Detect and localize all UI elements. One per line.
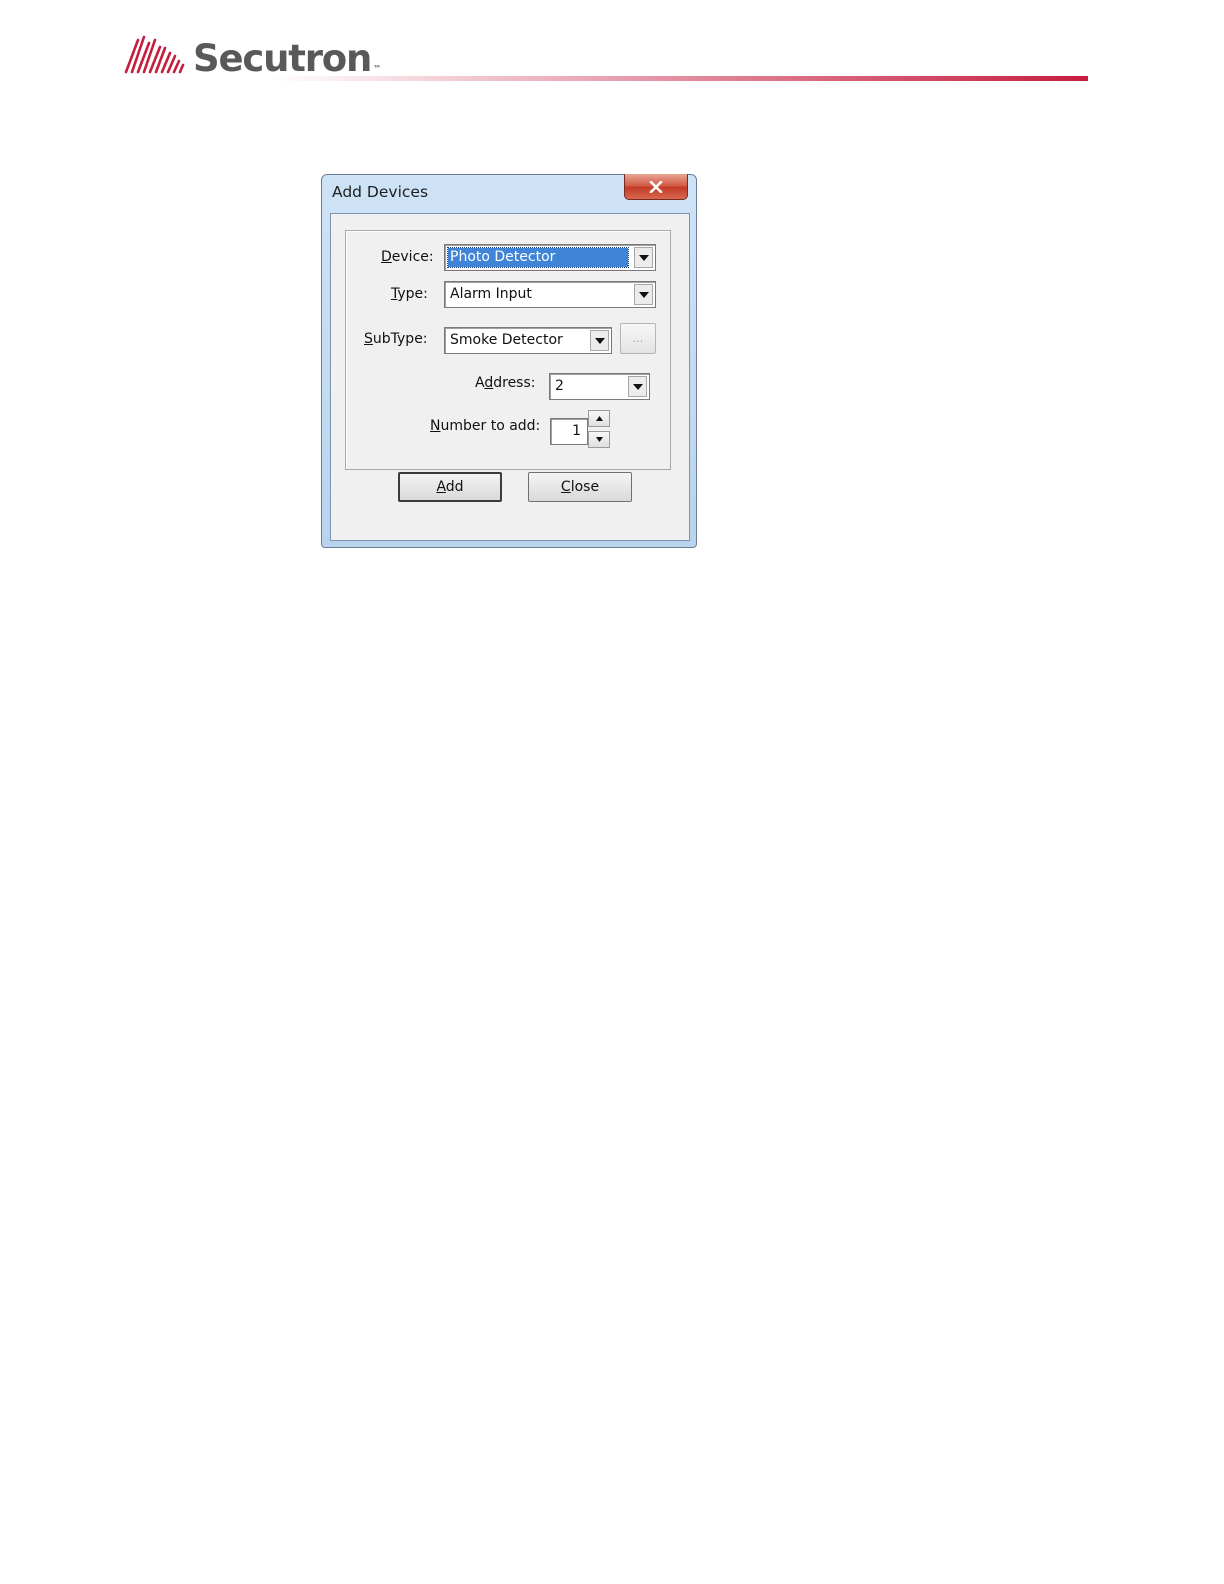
close-window-button[interactable] xyxy=(624,174,688,200)
chevron-down-icon xyxy=(594,337,605,344)
header-divider xyxy=(270,76,1088,81)
device-label: Device: xyxy=(381,249,434,265)
caret-down-icon xyxy=(595,437,603,442)
device-value: Photo Detector xyxy=(447,247,629,268)
caret-up-icon xyxy=(595,416,603,421)
subtype-value: Smoke Detector xyxy=(450,332,563,348)
type-label: Type: xyxy=(391,286,428,302)
chevron-down-icon xyxy=(638,254,649,261)
device-settings-group: Device: Photo Detector Type: Alarm Input… xyxy=(345,230,671,470)
address-dropdown[interactable]: 2 xyxy=(549,373,650,400)
spin-down-button[interactable] xyxy=(588,431,610,448)
chevron-down-icon xyxy=(632,383,643,390)
number-to-add-label: Number to add: xyxy=(430,418,541,434)
page-header: Secutron ™ xyxy=(124,34,1088,86)
subtype-browse-button[interactable]: ... xyxy=(620,323,656,354)
type-value: Alarm Input xyxy=(450,286,532,302)
dialog-title: Add Devices xyxy=(332,183,429,201)
type-dropdown-arrow[interactable] xyxy=(634,284,653,305)
subtype-dropdown-arrow[interactable] xyxy=(590,330,609,351)
device-dropdown-arrow[interactable] xyxy=(634,247,653,268)
chevron-down-icon xyxy=(638,291,649,298)
subtype-label: SubType: xyxy=(364,331,428,347)
dialog-client-area: Device: Photo Detector Type: Alarm Input… xyxy=(330,213,690,541)
add-button[interactable]: Add xyxy=(398,472,502,502)
spin-up-button[interactable] xyxy=(588,410,610,427)
add-devices-dialog: Add Devices Device: Photo Detector Type:… xyxy=(321,174,697,548)
address-value: 2 xyxy=(555,378,564,394)
address-dropdown-arrow[interactable] xyxy=(628,376,647,397)
subtype-dropdown[interactable]: Smoke Detector xyxy=(444,327,612,354)
brand-name: Secutron ™ xyxy=(193,37,381,81)
address-label: Address: xyxy=(475,375,536,391)
brand-text: Secutron xyxy=(193,37,372,80)
device-dropdown[interactable]: Photo Detector xyxy=(444,244,656,271)
trademark-symbol: ™ xyxy=(373,64,382,73)
type-dropdown[interactable]: Alarm Input xyxy=(444,281,656,308)
secutron-logo-icon xyxy=(124,35,185,74)
number-to-add-input[interactable]: 1 xyxy=(550,418,588,445)
close-x-icon xyxy=(649,180,663,193)
close-button[interactable]: Close xyxy=(528,472,632,502)
